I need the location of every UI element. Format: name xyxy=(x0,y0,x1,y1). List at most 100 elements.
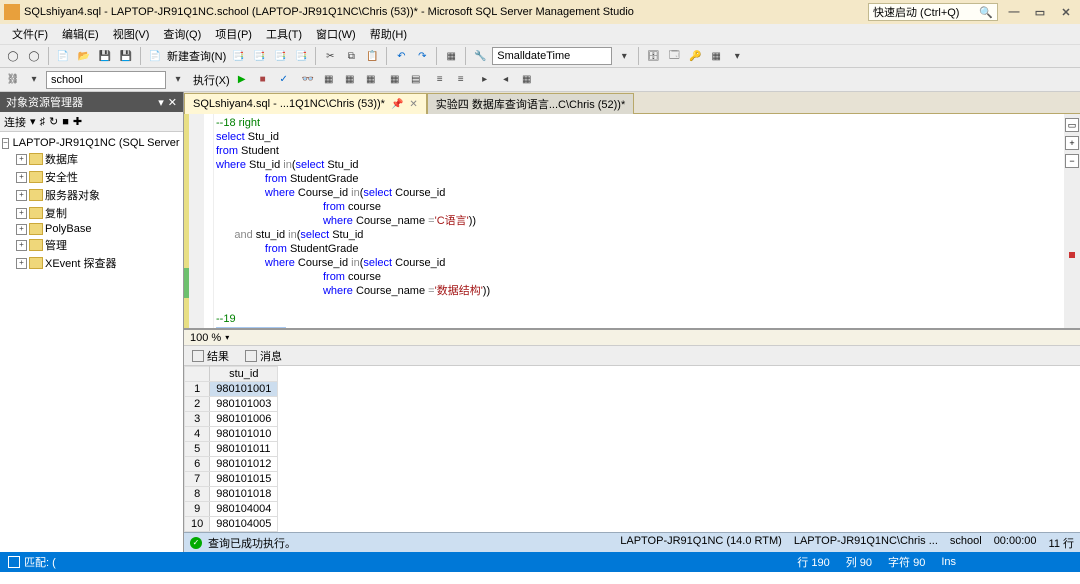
outdent-icon[interactable]: ◂ xyxy=(497,71,515,89)
expand-icon[interactable]: + xyxy=(16,154,27,165)
tab-sqlshiyan4[interactable]: SQLshiyan4.sql - ...1Q1NC\Chris (53))* 📌… xyxy=(184,93,427,114)
col-header[interactable]: stu_id xyxy=(210,367,278,382)
tree-node-4[interactable]: +PolyBase xyxy=(16,222,181,236)
cell-value[interactable]: 980101010 xyxy=(210,427,278,442)
table-row[interactable]: 7980101015 xyxy=(185,472,278,487)
new-file-icon[interactable]: 📄 xyxy=(54,47,72,65)
query-c-icon[interactable]: 📑 xyxy=(271,47,289,65)
nav-fwd-icon[interactable]: ◯ xyxy=(25,47,43,65)
tab-experiment4[interactable]: 实验四 数据库查询语言...C\Chris (52))* xyxy=(427,93,634,114)
code-line[interactable]: from StudentGrade xyxy=(214,242,1080,256)
paste-icon[interactable]: 📋 xyxy=(363,47,381,65)
cell-value[interactable]: 980101003 xyxy=(210,397,278,412)
dropdown-arrow-icon[interactable]: ▾ xyxy=(615,47,633,65)
code-line[interactable]: where Course_name ='C语言')) xyxy=(214,214,1080,228)
datatype-dropdown[interactable] xyxy=(492,47,612,65)
oe-stop-icon[interactable]: ■ xyxy=(62,116,69,128)
cell-value[interactable]: 980101006 xyxy=(210,412,278,427)
connect-db-icon[interactable]: 🗄 xyxy=(644,47,662,65)
menu-edit[interactable]: 编辑(E) xyxy=(56,24,105,44)
new-query-icon[interactable]: 📄 xyxy=(146,47,164,65)
results-grid[interactable]: stu_id 198010100129801010033980101006498… xyxy=(184,366,1080,532)
uncomment-icon[interactable]: ≡ xyxy=(452,71,470,89)
menu-tools[interactable]: 工具(T) xyxy=(260,24,308,44)
minimize-button[interactable]: — xyxy=(1004,3,1024,21)
cell-value[interactable]: 980101015 xyxy=(210,472,278,487)
code-line[interactable]: from course xyxy=(214,270,1080,284)
oe-connect-label[interactable]: 连接 xyxy=(4,114,26,130)
template-icon[interactable]: ▦ xyxy=(707,47,725,65)
menu-window[interactable]: 窗口(W) xyxy=(310,24,362,44)
oe-tree[interactable]: − LAPTOP-JR91Q1NC (SQL Server 14.0. +数据库… xyxy=(0,132,183,552)
use-db-icon[interactable]: ▾ xyxy=(25,71,43,89)
stop-icon[interactable]: ■ xyxy=(254,71,272,89)
quick-launch-input[interactable]: 快速启动 (Ctrl+Q) 🔍 xyxy=(868,3,998,21)
find-icon[interactable]: 🔧 xyxy=(471,47,489,65)
code-line[interactable]: where Course_id in(select Course_id xyxy=(214,256,1080,270)
oe-filter-icon[interactable]: ♯ xyxy=(40,116,46,128)
tree-node-0[interactable]: +数据库 xyxy=(16,150,181,168)
table-row[interactable]: 1980101001 xyxy=(185,382,278,397)
expand-icon[interactable]: + xyxy=(16,190,27,201)
code-line[interactable]: from Student xyxy=(214,144,1080,158)
menu-project[interactable]: 项目(P) xyxy=(209,24,258,44)
table-row[interactable]: 9980104004 xyxy=(185,502,278,517)
undo-icon[interactable]: ↶ xyxy=(392,47,410,65)
execute-button[interactable]: 执行(X) xyxy=(193,72,230,88)
oe-refresh-icon[interactable]: ↻ xyxy=(49,115,58,128)
table-row[interactable]: 10980104005 xyxy=(185,517,278,532)
debug-icon[interactable]: ▶ xyxy=(233,71,251,89)
expand-icon[interactable]: + xyxy=(16,240,27,251)
actual-plan-icon[interactable]: ▦ xyxy=(341,71,359,89)
error-marker-icon[interactable] xyxy=(1069,252,1075,258)
code-line[interactable]: where Course_name ='数据结构')) xyxy=(214,284,1080,298)
query-a-icon[interactable]: 📑 xyxy=(229,47,247,65)
results-text-icon[interactable]: ▤ xyxy=(407,71,425,89)
more-tools-icon[interactable]: ▾ xyxy=(728,47,746,65)
tree-node-2[interactable]: +服务器对象 xyxy=(16,186,181,204)
cell-value[interactable]: 980101011 xyxy=(210,442,278,457)
new-query-label[interactable]: 新建查询(N) xyxy=(167,48,226,64)
copy-icon[interactable]: ⧉ xyxy=(342,47,360,65)
expand-icon[interactable]: + xyxy=(16,258,27,269)
redo-icon[interactable]: ↷ xyxy=(413,47,431,65)
tree-node-3[interactable]: +复制 xyxy=(16,204,181,222)
plan-icon[interactable]: 👓 xyxy=(299,71,317,89)
query-d-icon[interactable]: 📑 xyxy=(292,47,310,65)
save-all-icon[interactable]: 💾 xyxy=(117,47,135,65)
table-row[interactable]: 5980101011 xyxy=(185,442,278,457)
tree-node-5[interactable]: +管理 xyxy=(16,236,181,254)
code-body[interactable]: --18 rightselect Stu_idfrom Studentwhere… xyxy=(214,114,1080,328)
code-line[interactable]: where Course_id in(select Course_id xyxy=(214,186,1080,200)
tree-node-1[interactable]: +安全性 xyxy=(16,168,181,186)
estimated-plan-icon[interactable]: ▦ xyxy=(320,71,338,89)
table-row[interactable]: 6980101012 xyxy=(185,457,278,472)
activity-icon[interactable]: 🗔 xyxy=(665,47,683,65)
oe-dropdown-icon[interactable]: ▾ xyxy=(158,96,164,109)
database-dropdown[interactable] xyxy=(46,71,166,89)
menu-file[interactable]: 文件(F) xyxy=(6,24,54,44)
tree-server-node[interactable]: − LAPTOP-JR91Q1NC (SQL Server 14.0. xyxy=(2,136,181,150)
comment-lines-icon[interactable]: ≡ xyxy=(431,71,449,89)
tree-node-6[interactable]: +XEvent 探查器 xyxy=(16,254,181,272)
cell-value[interactable]: 980101001 xyxy=(210,382,278,397)
zoom-pct[interactable]: 100 % xyxy=(190,332,221,344)
collapse-icon[interactable]: − xyxy=(2,138,9,149)
oe-plus-icon[interactable]: ✚ xyxy=(73,115,82,128)
expand-icon[interactable]: + xyxy=(16,208,27,219)
cell-value[interactable]: 980101012 xyxy=(210,457,278,472)
messages-tab[interactable]: 消息 xyxy=(241,346,286,366)
menu-help[interactable]: 帮助(H) xyxy=(364,24,413,44)
code-line[interactable]: from StudentGrade xyxy=(214,172,1080,186)
code-line[interactable] xyxy=(214,298,1080,312)
indent-icon[interactable]: ▸ xyxy=(476,71,494,89)
zoom-in-icon[interactable]: + xyxy=(1065,136,1079,150)
comment-icon[interactable]: ▦ xyxy=(442,47,460,65)
zoom-arrow-icon[interactable]: ▾ xyxy=(225,333,229,342)
registered-icon[interactable]: 🔑 xyxy=(686,47,704,65)
code-line[interactable]: --18 right xyxy=(214,116,1080,130)
results-tab[interactable]: 结果 xyxy=(188,346,233,366)
code-line[interactable]: and stu_id in(select Stu_id xyxy=(214,228,1080,242)
cell-value[interactable]: 980104005 xyxy=(210,517,278,532)
table-row[interactable]: 8980101018 xyxy=(185,487,278,502)
